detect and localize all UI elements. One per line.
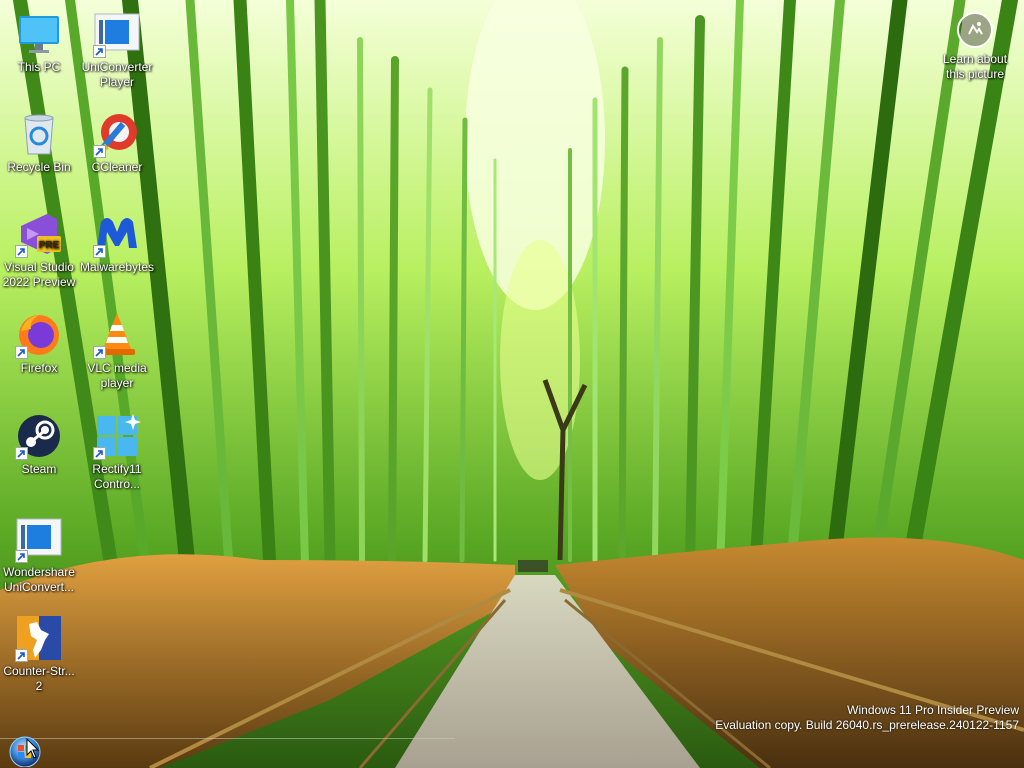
wondershare-uniconverter-icon xyxy=(15,515,63,563)
desktop[interactable]: This PC UniConverter Player Recycle Bin … xyxy=(0,0,1024,768)
desktop-icon-vlc[interactable]: VLC media player xyxy=(78,311,156,391)
icon-label: This PC xyxy=(17,60,61,74)
learn-about-this-picture[interactable]: Learn about this picture xyxy=(936,10,1014,82)
desktop-icon-rectify11[interactable]: Rectify11 Contro... xyxy=(78,412,156,492)
icon-label: Rectify11 Contro... xyxy=(92,462,142,491)
icon-label: Recycle Bin xyxy=(7,160,71,174)
desktop-icon-steam[interactable]: Steam xyxy=(0,412,78,477)
icon-label: Visual Studio 2022 Preview xyxy=(2,260,76,289)
icon-label: UniConverter Player xyxy=(81,60,153,89)
shortcut-arrow-icon xyxy=(93,447,106,460)
icon-label: Malwarebytes xyxy=(79,260,155,274)
learn-about-label: Learn about this picture xyxy=(942,52,1008,81)
desktop-icon-firefox[interactable]: Firefox xyxy=(0,311,78,376)
counter-strike-icon xyxy=(15,614,63,662)
shortcut-arrow-icon xyxy=(15,447,28,460)
evaluation-watermark: Windows 11 Pro Insider Preview Evaluatio… xyxy=(715,703,1019,733)
shortcut-arrow-icon xyxy=(15,346,28,359)
rectify11-icon xyxy=(93,412,141,460)
shortcut-arrow-icon xyxy=(15,245,28,258)
icon-label: VLC media player xyxy=(87,361,147,390)
svg-text:PRE: PRE xyxy=(39,240,60,251)
desktop-icon-recycle-bin[interactable]: Recycle Bin xyxy=(0,110,78,175)
desktop-icon-counter-strike[interactable]: Counter-Str... 2 xyxy=(0,614,78,694)
shortcut-arrow-icon xyxy=(93,145,106,158)
camera-icon xyxy=(955,10,995,50)
recycle-bin-icon xyxy=(15,110,63,158)
shortcut-arrow-icon xyxy=(15,550,28,563)
desktop-icon-uniconverter-player[interactable]: UniConverter Player xyxy=(78,10,156,90)
firefox-icon xyxy=(15,311,63,359)
shortcut-arrow-icon xyxy=(93,346,106,359)
shortcut-arrow-icon xyxy=(93,245,106,258)
watermark-line-1: Windows 11 Pro Insider Preview xyxy=(847,703,1019,717)
icon-label: Steam xyxy=(21,462,57,476)
icon-label: CCleaner xyxy=(91,160,143,174)
ccleaner-icon xyxy=(93,110,141,158)
desktop-icon-malwarebytes[interactable]: Malwarebytes xyxy=(78,210,156,275)
shortcut-arrow-icon xyxy=(93,45,106,58)
uniconverter-player-icon xyxy=(93,10,141,58)
watermark-line-2: Evaluation copy. Build 26040.rs_prerelea… xyxy=(715,718,1019,732)
shortcut-arrow-icon xyxy=(15,649,28,662)
icon-label: Counter-Str... 2 xyxy=(3,664,75,693)
this-pc-icon xyxy=(15,10,63,58)
desktop-icon-this-pc[interactable]: This PC xyxy=(0,10,78,75)
desktop-icon-wondershare-uniconverter[interactable]: Wondershare UniConvert... xyxy=(0,515,78,595)
steam-icon xyxy=(15,412,63,460)
icon-label: Wondershare UniConvert... xyxy=(3,565,75,594)
visual-studio-icon: PRE xyxy=(15,210,63,258)
desktop-icon-visual-studio[interactable]: PRE Visual Studio 2022 Preview xyxy=(0,210,78,290)
desktop-icon-ccleaner[interactable]: CCleaner xyxy=(78,110,156,175)
mouse-pointer-icon xyxy=(26,738,40,759)
taskbar-edge xyxy=(0,738,455,739)
malwarebytes-icon xyxy=(93,210,141,258)
icon-label: Firefox xyxy=(20,361,58,375)
vlc-icon xyxy=(93,311,141,359)
